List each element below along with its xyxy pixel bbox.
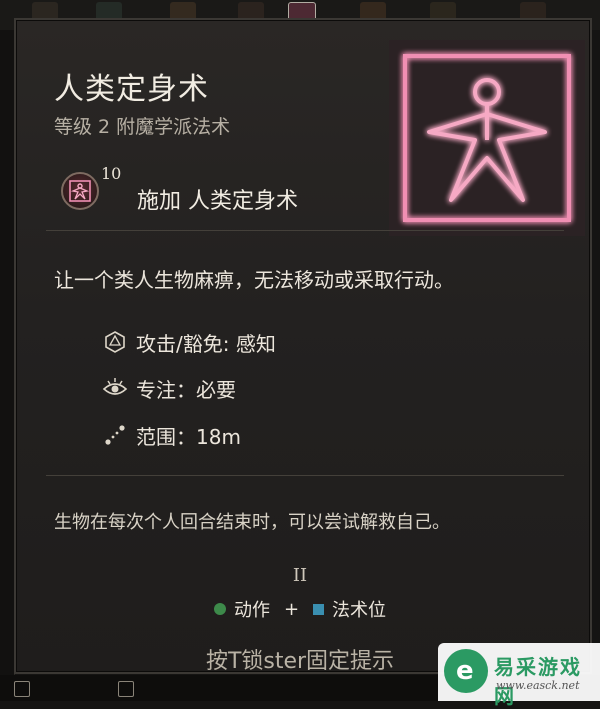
watermark-logo-icon: e <box>444 649 488 693</box>
spell-title: 人类定身术 <box>54 72 209 107</box>
action-icon <box>213 603 226 615</box>
cost-plus: + <box>283 598 300 620</box>
property-save: 攻击/豁免: 感知 <box>102 327 276 357</box>
spell-subtitle: 等级 2 附魔学派法术 <box>54 116 231 138</box>
spell-slot-label: 法术位 <box>332 600 387 621</box>
action-cost-label: 动作 <box>233 600 270 621</box>
eye-concentration-icon <box>102 375 128 401</box>
property-save-text: 攻击/豁免: 感知 <box>136 331 276 356</box>
range-icon <box>102 422 128 448</box>
spell-slot-icon <box>313 603 325 615</box>
watermark-url: www.easck.net <box>496 679 580 692</box>
background-slot <box>118 681 134 697</box>
spell-description: 让一个类人生物麻痹，无法移动或采取行动。 <box>54 268 454 292</box>
spell-small-icon <box>61 172 99 210</box>
property-concentration: 专注：必要 <box>102 373 236 403</box>
spell-level-roman: II <box>292 565 308 586</box>
property-range-text: 范围：18m <box>136 424 241 449</box>
spell-art-icon <box>389 40 585 236</box>
property-range: 范围：18m <box>102 420 241 450</box>
divider <box>46 475 564 476</box>
background-slot <box>14 681 30 697</box>
property-concentration-text: 专注：必要 <box>136 377 236 402</box>
d20-icon <box>102 329 128 355</box>
spell-note: 生物在每次个人回合结束时，可以尝试解救自己。 <box>54 512 450 533</box>
cast-level-number: 10 <box>101 164 122 183</box>
spell-cost: 动作 + 法术位 <box>0 596 600 622</box>
divider <box>46 230 564 231</box>
site-watermark: e 易采游戏网 www.easck.net <box>438 643 600 708</box>
cast-spell-label: 施加 人类定身术 <box>137 189 298 214</box>
